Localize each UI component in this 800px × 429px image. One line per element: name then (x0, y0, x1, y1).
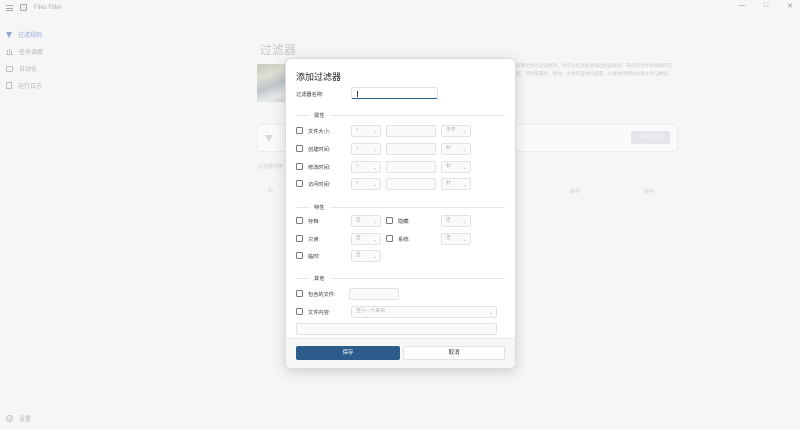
readonly-checkbox[interactable] (296, 235, 303, 242)
accessed-time-operator-select[interactable]: > ⌄ (351, 178, 381, 190)
include-files-input[interactable] (349, 288, 399, 300)
chevron-down-icon: ⌄ (462, 165, 467, 171)
hidden-value: 否 (446, 218, 451, 223)
temporary-select[interactable]: 否 ⌄ (351, 250, 381, 262)
section-features: 特性 (314, 205, 325, 211)
hidden-label: 隐藏: (398, 219, 410, 225)
chevron-down-icon: ⌄ (462, 237, 467, 243)
file-size-operator-select[interactable]: > ⌄ (351, 125, 381, 137)
section-other: 其他 (314, 276, 325, 282)
modified-time-unit-value: 秒 (446, 164, 451, 169)
temporary-value: 否 (356, 253, 361, 258)
created-time-checkbox[interactable] (296, 145, 303, 152)
chevron-down-icon: ⌄ (372, 254, 377, 260)
cancel-button[interactable]: 取消 (403, 346, 505, 360)
hidden-select[interactable]: 否 ⌄ (441, 215, 471, 227)
modified-time-unit-select[interactable]: 秒 ⌄ (441, 161, 471, 173)
file-size-checkbox[interactable] (296, 127, 303, 134)
created-time-unit-select[interactable]: 秒 ⌄ (441, 143, 471, 155)
section-attributes: 属性 (314, 113, 325, 119)
accessed-time-unit-select[interactable]: 秒 ⌄ (441, 178, 471, 190)
accessed-time-input[interactable] (386, 178, 436, 190)
modified-time-label: 修改时间: (308, 165, 331, 171)
accessed-time-operator-value: > (356, 181, 359, 186)
system-select[interactable]: 否 ⌄ (441, 233, 471, 245)
file-size-label: 文件大小: (308, 129, 331, 135)
include-files-checkbox[interactable] (296, 290, 303, 297)
file-content-select[interactable]: 至少一个单词 ⌄ (351, 306, 497, 318)
section-divider (330, 115, 505, 116)
chevron-down-icon: ⌄ (462, 147, 467, 153)
section-divider (330, 278, 505, 279)
accessed-time-label: 访问时间: (308, 182, 331, 188)
file-size-operator-value: > (356, 128, 359, 133)
file-content-label: 文件内容: (308, 310, 331, 316)
modified-time-checkbox[interactable] (296, 163, 303, 170)
section-divider (296, 207, 310, 208)
hidden-checkbox[interactable] (386, 217, 393, 224)
section-divider (330, 207, 505, 208)
readonly-select[interactable]: 否 ⌄ (351, 233, 381, 245)
created-time-input[interactable] (386, 143, 436, 155)
chevron-down-icon: ⌄ (372, 165, 377, 171)
file-content-checkbox[interactable] (296, 308, 303, 315)
readonly-label: 只读: (308, 237, 320, 243)
archive-label: 存档: (308, 219, 320, 225)
chevron-down-icon: ⌄ (372, 129, 377, 135)
text-cursor (357, 91, 358, 97)
chevron-down-icon: ⌄ (462, 219, 467, 225)
file-size-unit-select[interactable]: 字节 ⌄ (441, 125, 471, 137)
file-size-unit-value: 字节 (446, 128, 456, 133)
system-checkbox[interactable] (386, 235, 393, 242)
file-content-extra-input[interactable] (296, 323, 497, 335)
file-size-input[interactable] (386, 125, 436, 137)
chevron-down-icon: ⌄ (372, 237, 377, 243)
chevron-down-icon: ⌄ (372, 147, 377, 153)
chevron-down-icon: ⌄ (462, 182, 467, 188)
chevron-down-icon: ⌄ (488, 310, 493, 316)
chevron-down-icon: ⌄ (372, 219, 377, 225)
temporary-checkbox[interactable] (296, 252, 303, 259)
file-content-placeholder: 至少一个单词 (356, 309, 385, 314)
created-time-unit-value: 秒 (446, 146, 451, 151)
chevron-down-icon: ⌄ (462, 129, 467, 135)
section-divider (296, 115, 310, 116)
filter-name-label: 过滤器名称: (296, 92, 324, 98)
archive-select[interactable]: 否 ⌄ (351, 215, 381, 227)
archive-checkbox[interactable] (296, 217, 303, 224)
add-filter-dialog: 添加过滤器 过滤器名称: 属性 文件大小: > ⌄ 字节 ⌄ 创建时间: > ⌄ 秒 ⌄… (285, 58, 516, 369)
include-files-label: 包含的文件: (308, 292, 336, 298)
chevron-down-icon: ⌄ (372, 182, 377, 188)
dialog-title: 添加过滤器 (296, 72, 342, 82)
readonly-value: 否 (356, 236, 361, 241)
save-button[interactable]: 保存 (296, 346, 400, 360)
filter-name-input[interactable] (351, 87, 438, 99)
created-time-label: 创建时间: (308, 147, 331, 153)
modified-time-operator-select[interactable]: > ⌄ (351, 161, 381, 173)
section-divider (296, 278, 310, 279)
created-time-operator-select[interactable]: > ⌄ (351, 143, 381, 155)
system-value: 否 (446, 236, 451, 241)
archive-value: 否 (356, 218, 361, 223)
temporary-label: 临时: (308, 254, 320, 260)
accessed-time-checkbox[interactable] (296, 180, 303, 187)
accessed-time-unit-value: 秒 (446, 181, 451, 186)
created-time-operator-value: > (356, 146, 359, 151)
modified-time-input[interactable] (386, 161, 436, 173)
system-label: 系统: (398, 237, 410, 243)
modified-time-operator-value: > (356, 164, 359, 169)
